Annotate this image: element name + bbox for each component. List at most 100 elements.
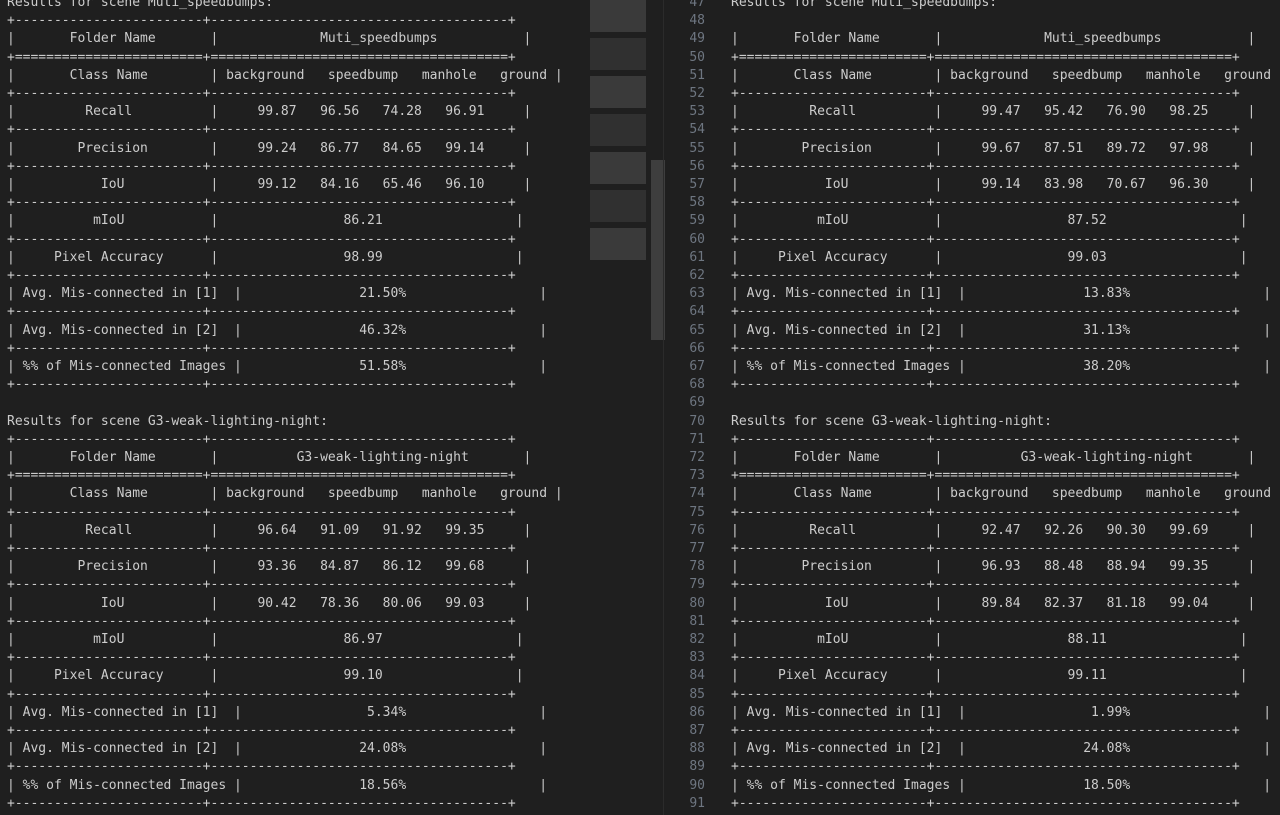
code-line: +------------------------+--------------… xyxy=(731,122,1240,138)
code-line: Results for scene Muti_speedbumps: xyxy=(7,0,274,10)
code-line: +------------------------+--------------… xyxy=(731,613,1240,629)
line-number: 59 xyxy=(689,213,705,229)
code-line: | mIoU | 88.11 | xyxy=(731,632,1248,647)
code-line: +------------------------+--------------… xyxy=(731,340,1240,356)
code-line: +========================+==============… xyxy=(7,468,516,484)
code-line: Results for scene G3-weak-lighting-night… xyxy=(7,413,328,429)
code-line: | IoU | 99.12 84.16 65.46 96.10 | xyxy=(7,177,532,192)
code-line: Results for scene Muti_speedbumps: xyxy=(731,0,998,10)
code-line: | Class Name | background speedbump manh… xyxy=(7,67,563,83)
code-line: +------------------------+--------------… xyxy=(731,231,1240,247)
line-number: 77 xyxy=(689,541,705,556)
code-line: +========================+==============… xyxy=(7,49,516,65)
code-line: +------------------------+--------------… xyxy=(731,650,1240,666)
line-number: 58 xyxy=(689,195,705,211)
line-number: 76 xyxy=(689,522,705,538)
code-line: +------------------------+--------------… xyxy=(7,650,516,666)
code-line: | Avg. Mis-connected in [2] | 31.13% | xyxy=(731,322,1272,338)
right-editor-pane[interactable]: 47 Results for scene Muti_speedbumps: 48 49… xyxy=(665,0,1280,815)
line-number: 55 xyxy=(689,140,705,156)
code-line: +------------------------+--------------… xyxy=(731,158,1240,174)
line-number: 75 xyxy=(689,504,705,520)
line-number: 80 xyxy=(689,595,705,611)
code-line: | Precision | 93.36 84.87 86.12 99.68 | xyxy=(7,559,532,575)
code-line: | %% of Mis-connected Images | 18.50% | xyxy=(731,777,1272,793)
code-line: +------------------------+--------------… xyxy=(731,541,1240,556)
code-line: +------------------------+--------------… xyxy=(731,686,1240,702)
code-line: | Recall | 96.64 91.09 91.92 99.35 | xyxy=(7,522,532,538)
line-number: 66 xyxy=(689,340,705,356)
code-line: | mIoU | 87.52 | xyxy=(731,213,1248,229)
code-line: | Pixel Accuracy | 99.10 | xyxy=(7,668,524,684)
code-line: +------------------------+--------------… xyxy=(7,231,516,247)
minimap-block xyxy=(590,190,646,222)
code-line: +------------------------+--------------… xyxy=(731,377,1240,393)
code-line: +------------------------+--------------… xyxy=(7,195,516,211)
code-line: +========================+==============… xyxy=(731,49,1240,65)
code-line: +------------------------+--------------… xyxy=(731,431,1240,447)
code-line: | Folder Name | G3-weak-lighting-night | xyxy=(7,450,532,465)
line-number: 57 xyxy=(689,177,705,192)
line-number: 56 xyxy=(689,158,705,174)
code-line: | mIoU | 86.97 | xyxy=(7,632,524,647)
code-line: | %% of Mis-connected Images | 18.56% | xyxy=(7,777,548,793)
code-line: +------------------------+--------------… xyxy=(731,795,1240,811)
line-number: 83 xyxy=(689,650,705,666)
code-line: | Class Name | background speedbump manh… xyxy=(7,486,563,502)
code-line: | IoU | 90.42 78.36 80.06 99.03 | xyxy=(7,595,532,611)
code-line: | IoU | 99.14 83.98 70.67 96.30 | xyxy=(731,177,1256,192)
line-number: 69 xyxy=(689,395,705,411)
code-line: +------------------------+--------------… xyxy=(731,304,1240,320)
code-line: +------------------------+--------------… xyxy=(7,377,516,393)
line-number: 79 xyxy=(689,577,705,593)
code-line: | Pixel Accuracy | 99.03 | xyxy=(731,249,1248,265)
pane-separator xyxy=(663,0,664,815)
code-line: | Class Name | background speedbump manh… xyxy=(731,67,1280,83)
line-number: 65 xyxy=(689,322,705,338)
line-number: 90 xyxy=(689,777,705,793)
line-number: 51 xyxy=(689,67,705,83)
line-number: 48 xyxy=(689,13,705,29)
code-line: +------------------------+--------------… xyxy=(7,577,516,593)
line-number: 70 xyxy=(689,413,705,429)
code-line: | Precision | 99.67 87.51 89.72 97.98 | xyxy=(731,140,1256,156)
code-line: +------------------------+--------------… xyxy=(7,759,516,775)
code-line: +------------------------+--------------… xyxy=(731,577,1240,593)
code-line: +------------------------+--------------… xyxy=(7,613,516,629)
line-number: 47 xyxy=(689,0,705,10)
code-line: +------------------------+--------------… xyxy=(7,723,516,738)
code-line: +------------------------+--------------… xyxy=(7,795,516,811)
line-number: 81 xyxy=(689,613,705,629)
line-number: 52 xyxy=(689,86,705,101)
line-number: 62 xyxy=(689,268,705,283)
code-line: | Folder Name | Muti_speedbumps | xyxy=(731,31,1256,47)
code-line: +------------------------+--------------… xyxy=(731,268,1240,283)
code-line: +------------------------+--------------… xyxy=(731,195,1240,211)
code-line: | Avg. Mis-connected in [2] | 46.32% | xyxy=(7,322,548,338)
minimap-block xyxy=(590,114,646,146)
code-line: | Avg. Mis-connected in [2] | 24.08% | xyxy=(731,741,1272,757)
code-line: +------------------------+--------------… xyxy=(7,340,516,356)
code-line: | mIoU | 86.21 | xyxy=(7,213,524,229)
line-number: 87 xyxy=(689,723,705,738)
left-editor-pane[interactable]: Results for scene Muti_speedbumps: +-----… xyxy=(0,0,651,815)
code-line: +------------------------+--------------… xyxy=(7,504,516,520)
code-line: +------------------------+--------------… xyxy=(7,122,516,138)
code-line: +------------------------+--------------… xyxy=(7,686,516,702)
line-number: 91 xyxy=(689,795,705,811)
code-line: +------------------------+--------------… xyxy=(7,86,516,101)
code-line: | Folder Name | Muti_speedbumps | xyxy=(7,31,532,47)
minimap-block xyxy=(590,0,646,32)
code-line: +------------------------+--------------… xyxy=(7,431,516,447)
line-number: 50 xyxy=(689,49,705,65)
code-line: +------------------------+--------------… xyxy=(7,158,516,174)
line-number: 86 xyxy=(689,704,705,720)
code-line: +------------------------+--------------… xyxy=(731,504,1240,520)
minimap[interactable] xyxy=(590,0,646,270)
code-line: | Avg. Mis-connected in [1] | 1.99% | xyxy=(731,704,1272,720)
code-line: | %% of Mis-connected Images | 38.20% | xyxy=(731,359,1272,374)
line-number: 53 xyxy=(689,104,705,120)
code-line: | Avg. Mis-connected in [1] | 21.50% | xyxy=(7,286,548,302)
line-number: 72 xyxy=(689,450,705,465)
code-line: +------------------------+--------------… xyxy=(7,541,516,556)
